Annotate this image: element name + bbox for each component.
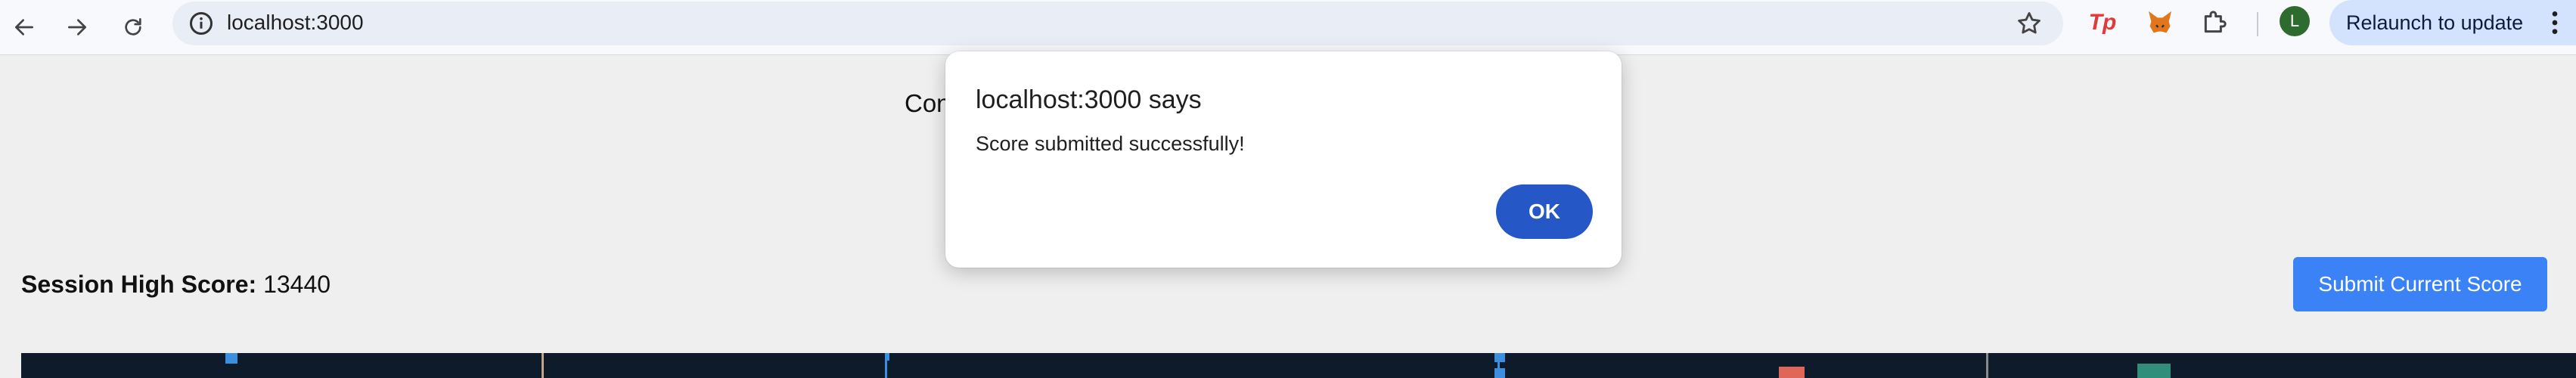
game-block — [2137, 364, 2171, 378]
extension-tp-icon[interactable]: Tp — [2087, 8, 2118, 38]
dialog-ok-button[interactable]: OK — [1496, 184, 1593, 239]
reload-icon — [125, 18, 141, 36]
game-block — [1779, 367, 1805, 378]
profile-avatar[interactable]: L — [2280, 6, 2310, 36]
metamask-fox-icon[interactable] — [2145, 8, 2175, 38]
address-url[interactable]: localhost:3000 — [227, 9, 364, 36]
site-info-icon[interactable] — [188, 10, 215, 37]
game-block — [225, 353, 237, 364]
high-score-value: 13440 — [263, 271, 331, 298]
game-block — [885, 353, 889, 361]
game-canvas[interactable] — [21, 353, 2576, 378]
reload-button[interactable] — [112, 6, 154, 48]
game-block — [1494, 353, 1505, 362]
dialog-message: Score submitted successfully! — [976, 132, 1245, 155]
high-score-label: Session High Score: — [21, 271, 257, 298]
submit-current-score-button[interactable]: Submit Current Score — [2293, 257, 2547, 311]
more-menu-icon[interactable] — [2540, 8, 2570, 38]
toolbar-divider — [2257, 12, 2258, 36]
relaunch-label: Relaunch to update — [2346, 11, 2524, 34]
session-high-score: Session High Score: 13440 — [21, 269, 331, 299]
back-button[interactable] — [3, 6, 45, 48]
alert-dialog: localhost:3000 says Score submitted succ… — [945, 51, 1622, 268]
forward-button[interactable] — [56, 6, 98, 48]
extensions-puzzle-icon[interactable] — [2199, 8, 2230, 38]
address-bar[interactable]: localhost:3000 — [172, 2, 2063, 45]
arrow-right-icon — [68, 19, 86, 36]
game-lane-divider — [542, 353, 544, 378]
game-block — [1494, 368, 1505, 378]
dialog-title: localhost:3000 says — [976, 85, 1202, 114]
game-lane-divider — [1986, 353, 1988, 378]
browser-toolbar: localhost:3000 Tp L Relaunch to update — [0, 0, 2576, 55]
relaunch-to-update-button[interactable]: Relaunch to update — [2329, 0, 2576, 45]
bookmark-star-icon[interactable] — [2015, 9, 2044, 38]
page-heading: Con — [905, 89, 951, 117]
arrow-left-icon — [15, 19, 33, 36]
